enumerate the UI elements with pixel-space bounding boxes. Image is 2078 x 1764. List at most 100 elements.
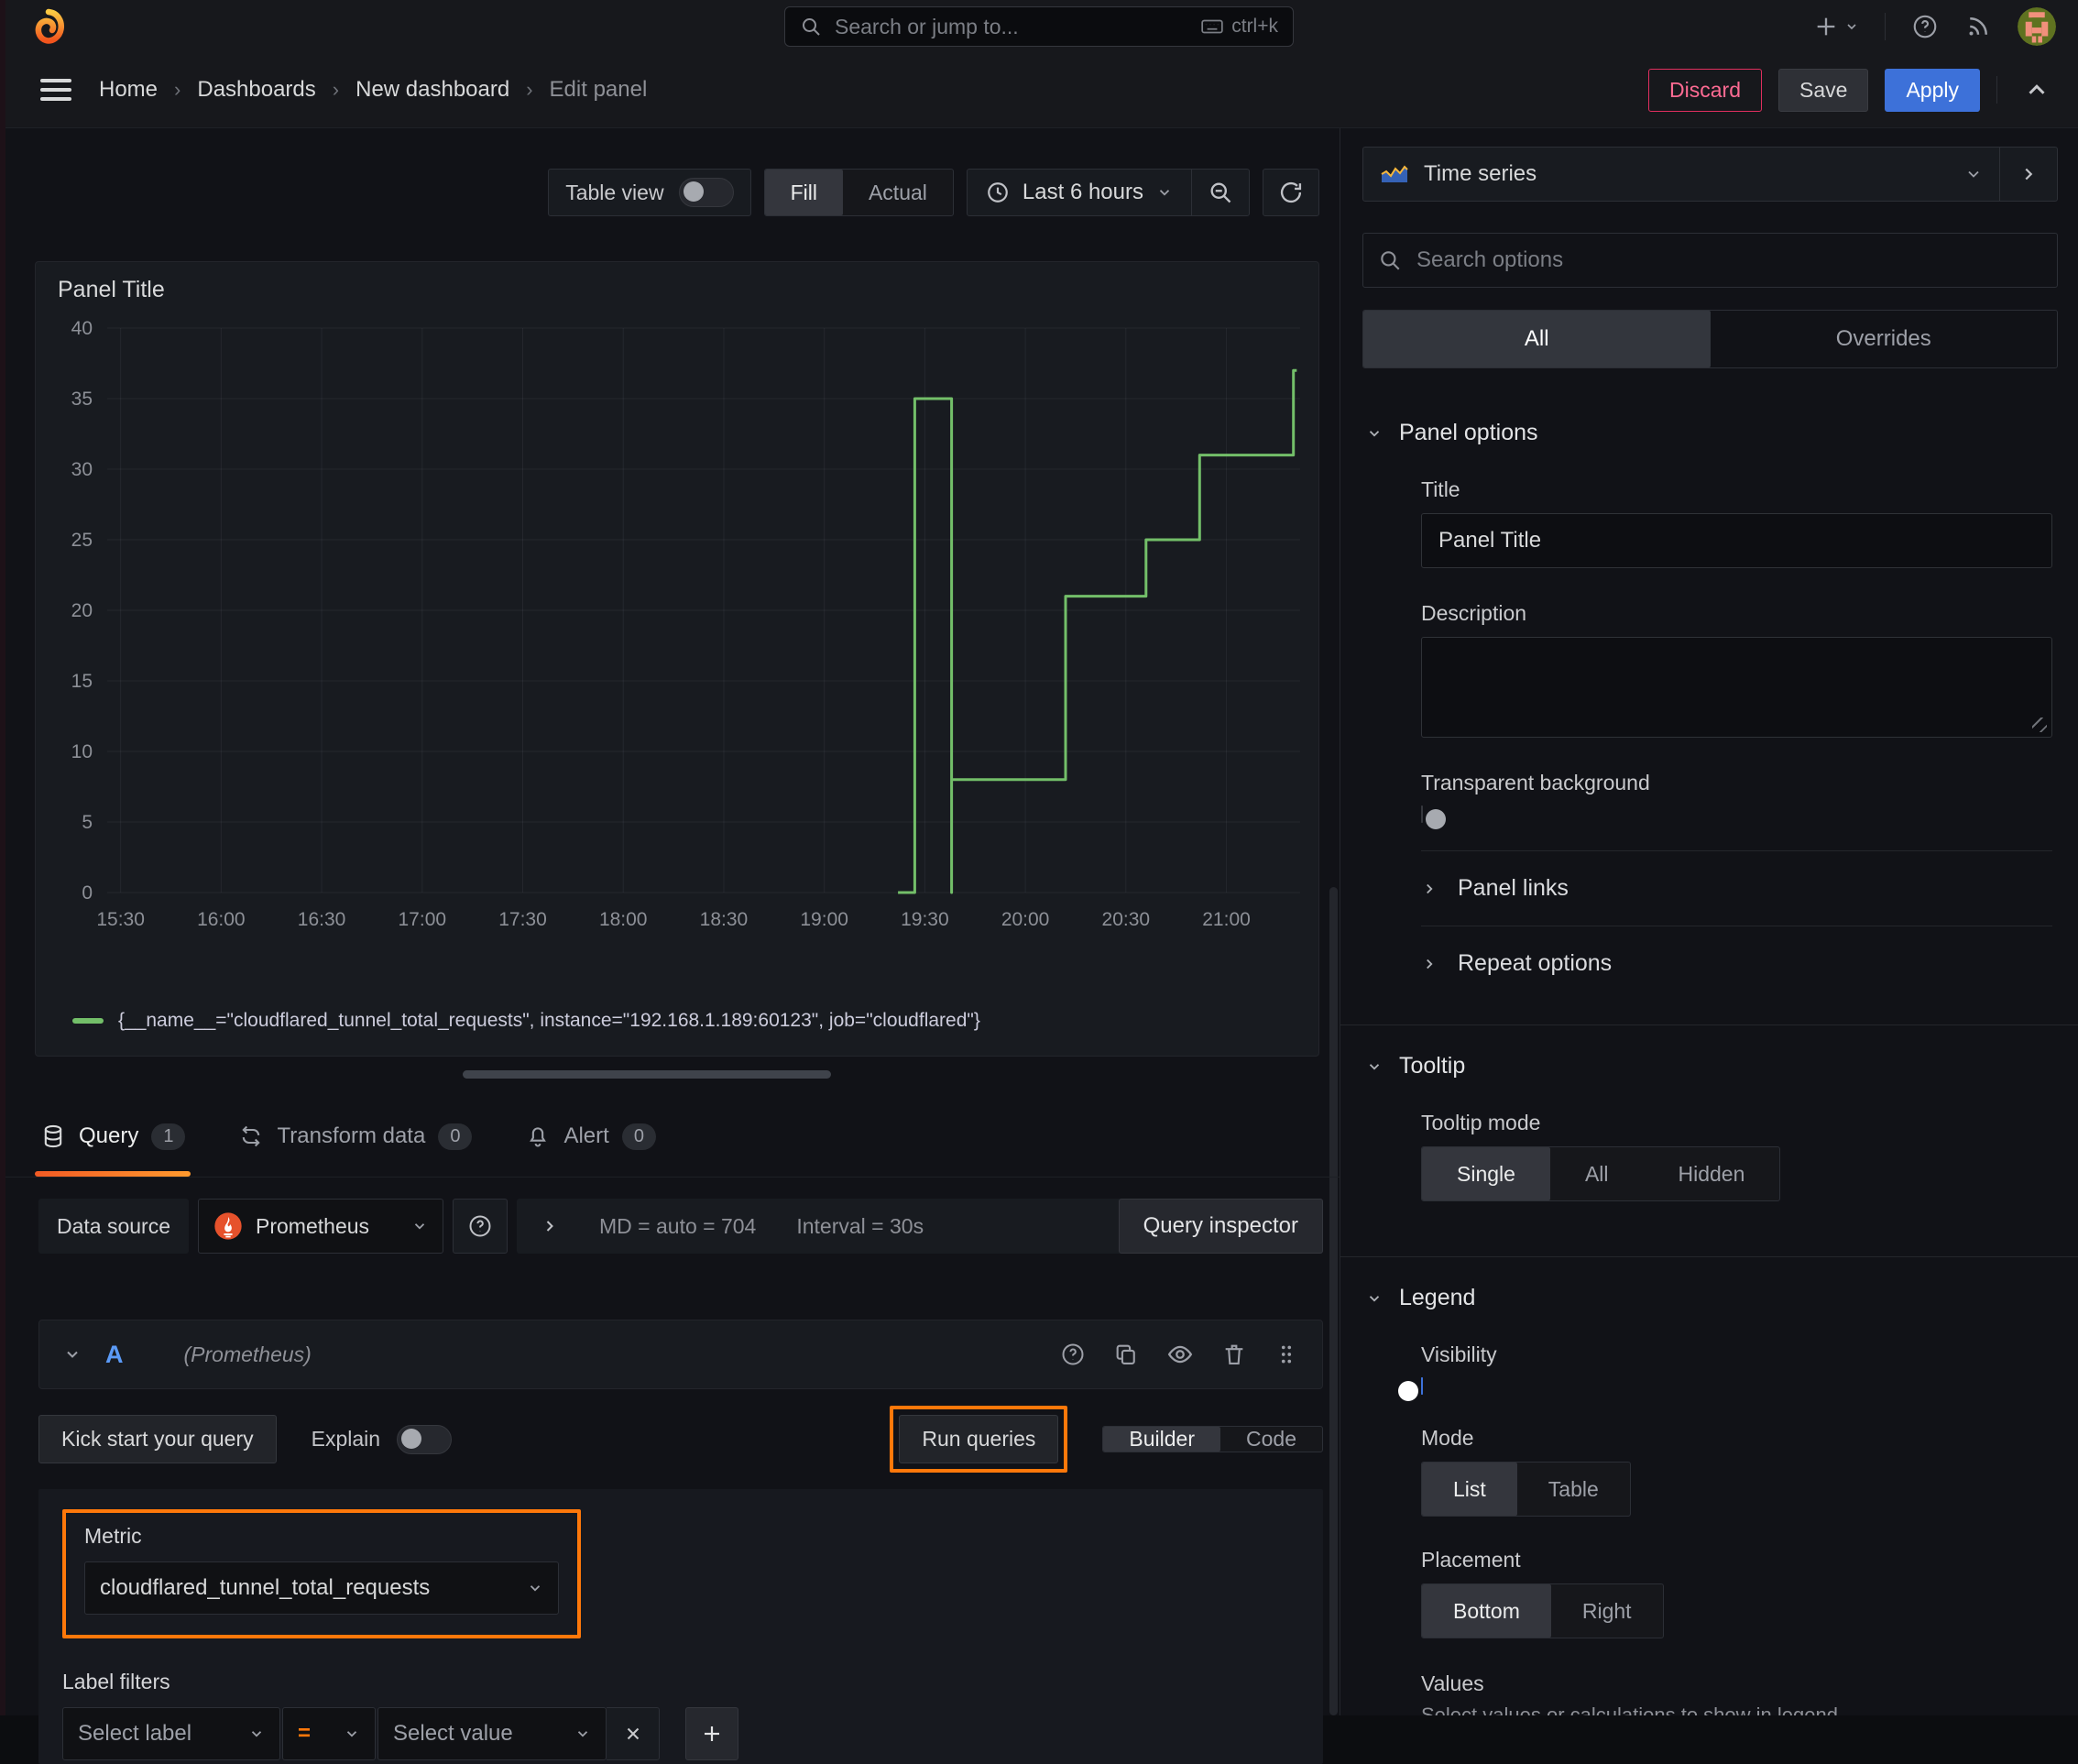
drag-handle-icon[interactable] bbox=[1274, 1342, 1298, 1366]
topbar-divider bbox=[1885, 12, 1886, 40]
refresh-button[interactable] bbox=[1263, 169, 1319, 216]
datasource-picker[interactable]: Prometheus bbox=[198, 1199, 444, 1254]
scrollbar-thumb[interactable] bbox=[1329, 887, 1338, 1715]
tab-alert-label: Alert bbox=[563, 1123, 609, 1148]
news-icon[interactable] bbox=[1964, 13, 1992, 40]
tab-overrides[interactable]: Overrides bbox=[1711, 311, 2058, 367]
options-search[interactable] bbox=[1362, 233, 2058, 288]
kickstart-button[interactable]: Kick start your query bbox=[38, 1415, 277, 1463]
interval: Interval = 30s bbox=[796, 1213, 924, 1238]
viz-suggestions-button[interactable] bbox=[1999, 148, 2057, 201]
options-search-input[interactable] bbox=[1415, 247, 2042, 274]
tooltip-mode-switch: Single All Hidden bbox=[1421, 1146, 1781, 1201]
query-ref-id[interactable]: A bbox=[105, 1341, 124, 1369]
explain-control: Explain bbox=[312, 1424, 453, 1454]
panel-resize-handle[interactable] bbox=[463, 1070, 831, 1079]
svg-text:17:30: 17:30 bbox=[498, 909, 547, 930]
query-row-header[interactable]: A (Prometheus) bbox=[38, 1320, 1323, 1389]
query-builder-body: Metric cloudflared_tunnel_total_requests… bbox=[38, 1489, 1323, 1764]
builder-code-switch: Builder Code bbox=[1102, 1426, 1323, 1452]
operator-value: = bbox=[298, 1721, 312, 1746]
breadcrumb-dashboards[interactable]: Dashboards bbox=[197, 77, 315, 103]
chevron-down-icon[interactable] bbox=[63, 1345, 82, 1364]
builder-option[interactable]: Builder bbox=[1103, 1427, 1221, 1452]
svg-text:25: 25 bbox=[71, 530, 93, 551]
legend-visibility-toggle[interactable] bbox=[1398, 1377, 1423, 1401]
visualization-select[interactable]: Time series bbox=[1363, 148, 1999, 201]
legend-placement-bottom[interactable]: Bottom bbox=[1422, 1584, 1551, 1638]
run-queries-button[interactable]: Run queries bbox=[899, 1415, 1059, 1463]
legend-placement-right[interactable]: Right bbox=[1551, 1584, 1663, 1638]
breadcrumb-home[interactable]: Home bbox=[99, 77, 158, 103]
search-shortcut: ctrl+k bbox=[1200, 15, 1278, 38]
datasource-help-button[interactable] bbox=[453, 1199, 509, 1254]
query-options-bar[interactable]: MD = auto = 704 Interval = 30s Query ins… bbox=[517, 1199, 1323, 1254]
select-value-placeholder: Select value bbox=[393, 1721, 513, 1746]
section-tooltip[interactable]: Tooltip bbox=[1340, 1025, 2078, 1087]
legend-mode-list[interactable]: List bbox=[1422, 1463, 1517, 1516]
apply-button[interactable]: Apply bbox=[1885, 68, 1980, 112]
save-button[interactable]: Save bbox=[1778, 68, 1869, 112]
section-panel-options[interactable]: Panel options bbox=[1340, 392, 2078, 454]
breadcrumb-bar: Home › Dashboards › New dashboard › Edit… bbox=[0, 52, 2078, 128]
breadcrumb-separator: › bbox=[332, 78, 340, 101]
metric-select[interactable]: cloudflared_tunnel_total_requests bbox=[84, 1561, 559, 1615]
zoom-out-button[interactable] bbox=[1191, 170, 1249, 215]
menu-toggle-icon[interactable] bbox=[40, 79, 71, 101]
code-option[interactable]: Code bbox=[1220, 1427, 1322, 1452]
query-inspector-button[interactable]: Query inspector bbox=[1118, 1199, 1323, 1254]
fill-option[interactable]: Fill bbox=[764, 170, 843, 215]
query-help-icon[interactable] bbox=[1060, 1342, 1086, 1367]
refresh-icon bbox=[1278, 180, 1304, 205]
time-range-button[interactable]: Last 6 hours bbox=[968, 180, 1191, 205]
tab-alert[interactable]: Alert 0 bbox=[525, 1096, 656, 1177]
panel-title-input[interactable] bbox=[1421, 513, 2052, 568]
search-input[interactable] bbox=[833, 13, 1190, 40]
section-legend[interactable]: Legend bbox=[1340, 1257, 2078, 1319]
tab-query[interactable]: Query 1 bbox=[35, 1096, 191, 1177]
svg-text:35: 35 bbox=[71, 389, 93, 410]
tooltip-all-option[interactable]: All bbox=[1550, 1147, 1644, 1200]
tooltip-single-option[interactable]: Single bbox=[1422, 1147, 1550, 1200]
tab-transform-label: Transform data bbox=[277, 1123, 426, 1148]
toggle-visibility-icon[interactable] bbox=[1166, 1341, 1194, 1368]
chevron-down-icon bbox=[1366, 425, 1383, 442]
chart-legend[interactable]: {__name__="cloudflared_tunnel_total_requ… bbox=[72, 1010, 980, 1032]
svg-text:40: 40 bbox=[71, 319, 93, 339]
duplicate-query-icon[interactable] bbox=[1113, 1342, 1139, 1367]
tab-all[interactable]: All bbox=[1363, 311, 1711, 367]
panel-title[interactable]: Panel Title bbox=[58, 277, 165, 303]
transparent-bg-toggle[interactable] bbox=[1421, 805, 1446, 829]
grafana-app: ctrl+k bbox=[0, 0, 2078, 1764]
timeseries-plot[interactable]: 0 5 10 15 20 25 30 35 40 15:30 16:00 16:30 17:00 17:3… bbox=[50, 318, 1306, 946]
help-icon[interactable] bbox=[1911, 13, 1939, 40]
legend-series-name[interactable]: {__name__="cloudflared_tunnel_total_requ… bbox=[118, 1010, 980, 1032]
breadcrumb-new-dashboard[interactable]: New dashboard bbox=[355, 77, 509, 103]
window-edge bbox=[0, 0, 5, 1715]
tab-transform[interactable]: Transform data 0 bbox=[238, 1096, 473, 1177]
grafana-logo-icon[interactable] bbox=[29, 8, 66, 45]
section-repeat-options[interactable]: Repeat options bbox=[1421, 926, 2052, 1001]
prometheus-icon bbox=[213, 1211, 243, 1241]
chevron-up-icon[interactable] bbox=[2023, 76, 2051, 104]
timeseries-chart[interactable]: 0 5 10 15 20 25 30 35 40 15:30 16:00 16:30 17:00 17:3… bbox=[50, 318, 1306, 946]
section-panel-links[interactable]: Panel links bbox=[1421, 850, 2052, 926]
legend-mode-table[interactable]: Table bbox=[1517, 1463, 1630, 1516]
delete-query-icon[interactable] bbox=[1221, 1342, 1247, 1367]
table-view-label: Table view bbox=[565, 180, 664, 204]
discard-button[interactable]: Discard bbox=[1648, 68, 1763, 112]
actual-option[interactable]: Actual bbox=[843, 170, 953, 215]
svg-text:20: 20 bbox=[71, 600, 93, 621]
user-avatar[interactable] bbox=[2018, 6, 2056, 46]
chevron-down-icon bbox=[527, 1580, 543, 1596]
description-textarea[interactable] bbox=[1421, 637, 2052, 738]
visualization-name: Time series bbox=[1424, 161, 1537, 186]
global-search[interactable]: ctrl+k bbox=[784, 6, 1294, 47]
new-menu-button[interactable] bbox=[1813, 14, 1859, 39]
tab-query-label: Query bbox=[79, 1123, 139, 1148]
tooltip-hidden-option[interactable]: Hidden bbox=[1644, 1147, 1780, 1200]
explain-toggle[interactable] bbox=[397, 1424, 453, 1454]
datasource-name: Prometheus bbox=[256, 1213, 370, 1238]
query-datasource-hint: (Prometheus) bbox=[183, 1342, 312, 1366]
table-view-toggle[interactable] bbox=[678, 178, 734, 207]
